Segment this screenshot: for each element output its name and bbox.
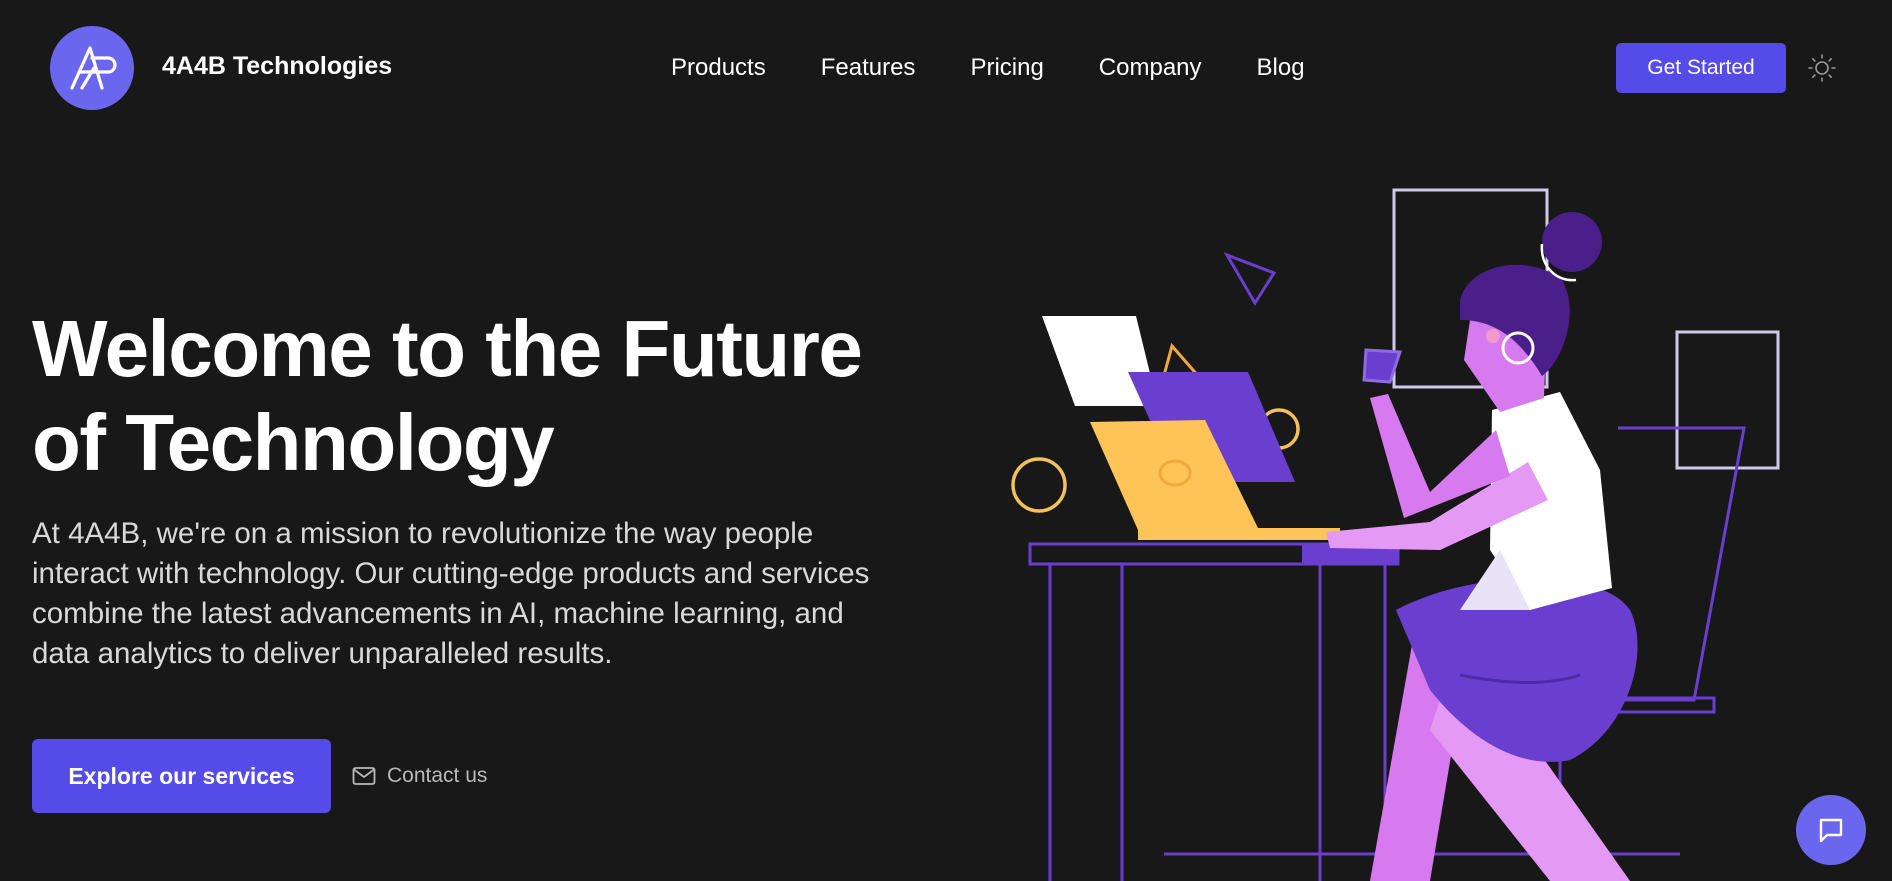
page: 4A4B Technologies Products Features Pric… (0, 0, 1892, 881)
hero-title: Welcome to the Future of Technology (32, 304, 863, 487)
explore-services-button[interactable]: Explore our services (32, 739, 331, 813)
mail-icon (352, 767, 376, 785)
nav-pricing[interactable]: Pricing (970, 54, 1043, 82)
logo[interactable] (50, 26, 134, 110)
sun-icon (1808, 54, 1836, 82)
nav-products[interactable]: Products (671, 54, 766, 82)
nav-blog[interactable]: Blog (1257, 54, 1305, 82)
get-started-button[interactable]: Get Started (1616, 43, 1786, 93)
woman-working-at-laptop-illustration (1011, 188, 1780, 881)
chat-button[interactable] (1796, 795, 1866, 865)
nav-company[interactable]: Company (1099, 54, 1202, 82)
brand-name[interactable]: 4A4B Technologies (162, 52, 392, 81)
contact-us-label: Contact us (387, 764, 488, 787)
chat-icon (1819, 818, 1843, 843)
theme-toggle-button[interactable] (1805, 51, 1839, 85)
contact-us-link[interactable]: Contact us (352, 762, 487, 790)
main-nav: Products Features Pricing Company Blog (671, 54, 1305, 82)
nav-features[interactable]: Features (821, 54, 916, 82)
hero-description: At 4A4B, we're on a mission to revolutio… (32, 517, 870, 670)
a-monogram-logo-icon (70, 46, 117, 90)
